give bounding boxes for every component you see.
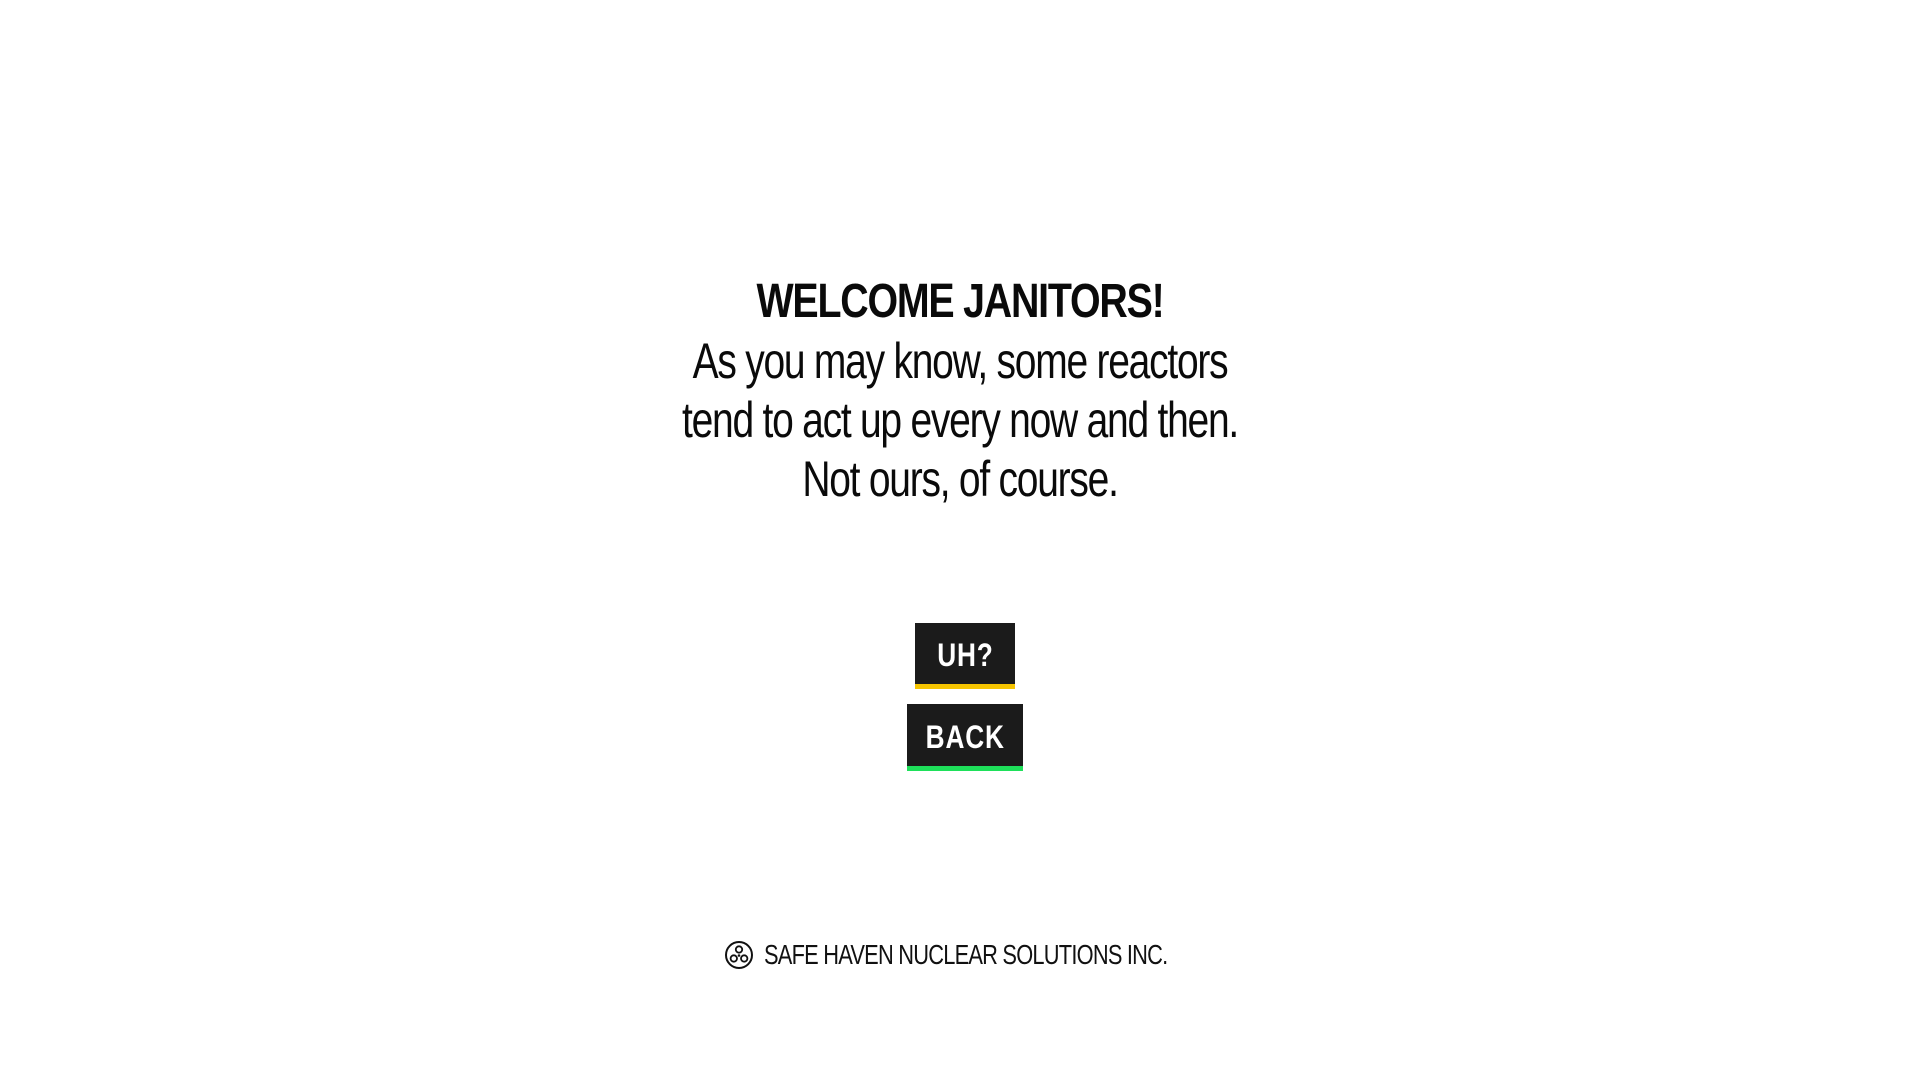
- footer-brand: SAFE HAVEN NUCLEAR SOLUTIONS INC.: [724, 939, 1195, 971]
- uh-button[interactable]: UH?: [915, 623, 1015, 689]
- uh-button-label: UH?: [936, 637, 994, 673]
- intro-line-1: As you may know, some reactors: [692, 333, 1229, 389]
- company-name: SAFE HAVEN NUCLEAR SOLUTIONS INC.: [764, 939, 1168, 970]
- intro-line-3: Not ours, of course.: [802, 451, 1119, 507]
- intro-panel: WELCOME JANITORS! As you may know, some …: [0, 272, 1920, 509]
- back-button[interactable]: BACK: [907, 704, 1023, 771]
- intro-line-2: tend to act up every now and then.: [682, 392, 1239, 448]
- footer: SAFE HAVEN NUCLEAR SOLUTIONS INC.: [0, 938, 1920, 972]
- welcome-title: WELCOME JANITORS!: [756, 275, 1165, 328]
- back-button-label: BACK: [925, 718, 1005, 755]
- radiation-logo-icon: [724, 940, 754, 970]
